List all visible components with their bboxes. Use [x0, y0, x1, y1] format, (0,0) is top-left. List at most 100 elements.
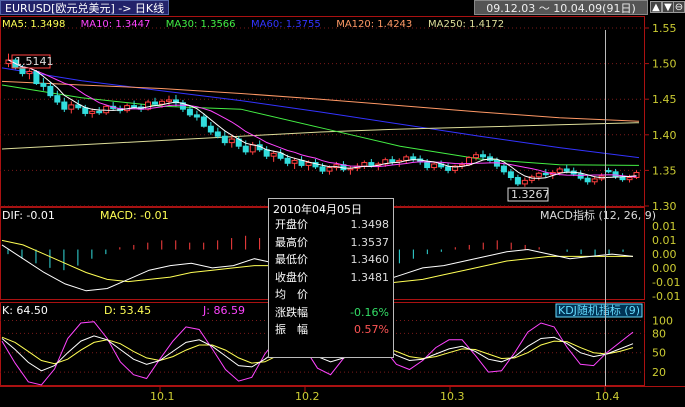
candle-body	[277, 152, 284, 159]
x-tick-label: 10.2	[295, 390, 320, 403]
popup-row-label: 最高价	[275, 235, 308, 249]
popup-row: 最高价 1.3537	[275, 235, 389, 251]
macd-tick-label: 0.01	[652, 234, 677, 247]
candle-body	[242, 145, 249, 153]
candle-body	[54, 95, 61, 103]
candle-body	[165, 99, 172, 102]
kdj-tick-label: 50	[652, 347, 666, 360]
price-tick-label: 1.50	[652, 58, 677, 71]
candle-body	[535, 172, 542, 178]
popup-row-label: 收盘价	[275, 270, 308, 284]
candle-body	[410, 156, 417, 160]
candle-body	[445, 166, 452, 171]
chart-title: EURUSD[欧元兑美元] -> 日K线	[0, 0, 170, 15]
price-legend-item-4: MA120: 1.4243	[336, 19, 412, 30]
candle-body	[326, 167, 333, 172]
popup-row: 振 幅 0.57%	[275, 322, 389, 338]
high-annotation: 1.5141	[15, 55, 54, 68]
candle-body	[626, 177, 633, 181]
candle-body	[612, 171, 619, 178]
candle-body	[270, 152, 277, 157]
price-tick-label: 1.55	[652, 22, 677, 35]
macd-legend-item-0: DIF: -0.01	[2, 209, 55, 222]
popup-row-value: 1.3481	[350, 270, 390, 284]
candle-body	[207, 125, 214, 133]
candle-body	[214, 131, 221, 137]
popup-row-label: 振 幅	[275, 323, 308, 336]
kdj-tick-label: 20	[652, 366, 666, 379]
macd-legend-item-1: MACD: -0.01	[100, 209, 169, 222]
popup-row: 最低价 1.3460	[275, 252, 389, 268]
candle-body	[159, 100, 166, 105]
candle-body	[424, 161, 431, 169]
candle-body	[228, 138, 235, 144]
close-icon[interactable]: ⊖	[673, 1, 685, 13]
candle-body	[319, 166, 326, 172]
candle-body	[291, 159, 298, 164]
x-tick-label: 10.4	[595, 390, 620, 403]
candle-body	[368, 162, 375, 166]
popup-row-value: 1.3498	[350, 218, 390, 231]
candle-body	[89, 110, 96, 114]
candle-body	[521, 179, 528, 185]
price-legend-item-3: MA60: 1.3755	[251, 19, 321, 30]
macd-tick-label: 0.00	[652, 262, 677, 275]
candle-body	[479, 154, 486, 158]
candle-body	[431, 163, 438, 169]
candle-body	[186, 108, 193, 116]
x-tick-label: 10.3	[440, 390, 465, 403]
candle-body	[514, 177, 521, 185]
candle-body	[96, 110, 103, 114]
popup-date: 2010年04月05日	[273, 203, 362, 216]
candle-body	[200, 116, 207, 127]
candle-body	[473, 154, 480, 159]
kdj-legend-item-0: K: 64.50	[2, 304, 48, 317]
candle-body	[103, 105, 110, 114]
popup-row: 收盘价 1.3481	[275, 270, 389, 286]
low-annotation: 1.3267	[511, 188, 550, 201]
popup-row-value: 1.3537	[350, 235, 390, 249]
macd-tick-label: -0.01	[652, 290, 680, 303]
kdj-tick-label: 100	[652, 314, 673, 327]
candle-body	[82, 107, 89, 114]
candle-body	[61, 101, 68, 110]
candle-body	[305, 162, 312, 166]
candle-body	[47, 85, 54, 97]
candle-body	[26, 70, 33, 75]
candle-body	[33, 70, 40, 85]
candle-body	[298, 159, 305, 166]
candle-body	[221, 135, 228, 144]
kdj-tick-label: 80	[652, 327, 666, 340]
candle-body	[361, 162, 368, 167]
macd-tick-label: -0.01	[652, 276, 680, 289]
kdj-legend-item-3: KDJ随机指标 (9)	[558, 303, 640, 317]
x-tick-label: 10.1	[150, 390, 175, 403]
macd-legend-item-2: MACD指标 (12, 26, 9)	[540, 208, 656, 222]
kdj-legend-item-2: J: 86.59	[202, 304, 245, 317]
scroll-up-icon[interactable]: ▲	[650, 1, 662, 13]
candle-body	[577, 173, 584, 179]
price-tick-label: 1.45	[652, 93, 677, 106]
price-legend-item-0: MA5: 1.3498	[2, 19, 65, 30]
kdj-legend-item-1: D: 53.45	[104, 304, 151, 317]
popup-row: 开盘价 1.3498	[275, 217, 389, 233]
candle-body	[507, 171, 514, 179]
popup-row-value: 1.3460	[350, 253, 390, 266]
candle-body	[263, 149, 270, 157]
candle-body	[389, 159, 396, 163]
candle-body	[193, 114, 200, 118]
candle-info-popup: 2010年04月05日 开盘价 1.3498 最高价 1.3537 最低价 1.3460 收…	[268, 198, 394, 358]
price-legend-item-2: MA30: 1.3566	[166, 19, 236, 30]
candle-body	[605, 170, 612, 173]
price-legend-item-1: MA10: 1.3447	[81, 19, 151, 30]
candle-body	[284, 157, 291, 164]
popup-row-label: 均 价	[275, 288, 308, 301]
price-tick-label: 1.35	[652, 164, 677, 177]
popup-row-label: 最低价	[275, 253, 308, 266]
popup-row: 均 价	[275, 287, 389, 303]
price-legend-item-5: MA250: 1.4172	[428, 19, 504, 30]
candle-body	[584, 177, 591, 183]
candle-body	[68, 104, 75, 110]
candle-body	[591, 178, 598, 183]
popup-row-value: -0.16%	[350, 305, 389, 319]
